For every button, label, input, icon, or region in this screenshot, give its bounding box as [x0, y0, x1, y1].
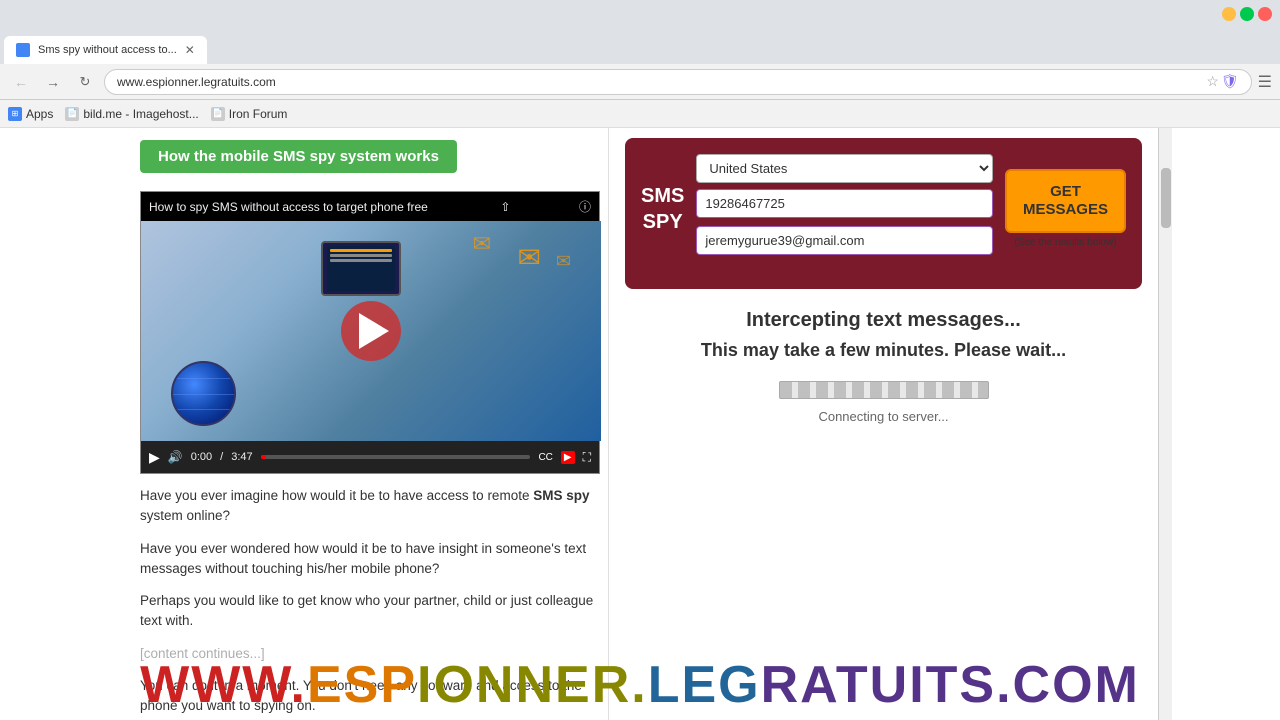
- menu-icon[interactable]: ☰: [1258, 72, 1272, 92]
- progress-fill: [261, 455, 266, 459]
- nav-bar: ← → ↻ www.espionner.legratuits.com ☆ 🛡 ☰: [0, 64, 1280, 100]
- tab-title: Sms spy without access to...: [38, 44, 177, 56]
- play-triangle-icon: [359, 313, 389, 349]
- close-button[interactable]: [1258, 7, 1272, 21]
- time-separator: /: [220, 451, 223, 463]
- country-select-wrapper: United States: [696, 154, 993, 183]
- fullscreen-button[interactable]: ⛶: [583, 450, 591, 465]
- cc-button[interactable]: CC: [538, 452, 552, 463]
- get-messages-button[interactable]: GET MESSAGES: [1005, 169, 1126, 233]
- bold-sms-spy: SMS spy: [533, 488, 589, 503]
- forward-button[interactable]: →: [40, 69, 66, 95]
- monitor-graphic: [321, 241, 401, 296]
- paragraph-5: You can do it in a moment. You don't nee…: [140, 676, 600, 717]
- bookmark-bild[interactable]: 📄 bild.me - Imagehost...: [65, 107, 198, 121]
- wait-text: This may take a few minutes. Please wait…: [645, 340, 1122, 361]
- url-text: www.espionner.legratuits.com: [117, 75, 1202, 89]
- get-btn-subtitle: (See the results below): [1014, 237, 1116, 248]
- video-player: How to spy SMS without access to target …: [140, 191, 600, 474]
- apps-grid-icon: ⊞: [8, 107, 22, 121]
- title-bar: [0, 0, 1280, 28]
- intercepting-text: Intercepting text messages...: [645, 309, 1122, 332]
- scrollbar-thumb[interactable]: [1161, 168, 1171, 228]
- get-btn-line2: MESSAGES: [1023, 201, 1108, 219]
- back-button[interactable]: ←: [8, 69, 34, 95]
- form-top: SMS SPY United States: [641, 154, 1126, 263]
- bookmark-apps[interactable]: ⊞ Apps: [8, 107, 53, 121]
- page-icon: 📄: [65, 107, 79, 121]
- bookmark-bild-label: bild.me - Imagehost...: [83, 107, 198, 121]
- reload-button[interactable]: ↻: [72, 69, 98, 95]
- video-duration: 3:47: [231, 451, 252, 463]
- tab-bar: Sms spy without access to... ✕: [0, 28, 1280, 64]
- window-controls[interactable]: [1222, 7, 1272, 21]
- video-controls: ▶ 🔊 0:00 / 3:47 CC ▶ ⛶: [141, 441, 599, 473]
- tab-favicon: [16, 43, 30, 57]
- youtube-logo[interactable]: ▶: [561, 451, 575, 464]
- sms-spy-label: SMS SPY: [641, 183, 684, 235]
- active-tab[interactable]: Sms spy without access to... ✕: [4, 36, 207, 64]
- article-text: Have you ever imagine how would it be to…: [140, 474, 600, 720]
- sms-spy-form: SMS SPY United States: [625, 138, 1142, 289]
- minimize-button[interactable]: [1222, 7, 1236, 21]
- bookmark-iron-forum-label: Iron Forum: [229, 107, 288, 121]
- form-fields: United States: [696, 154, 993, 263]
- page-icon-2: 📄: [211, 107, 225, 121]
- right-panel: SMS SPY United States: [608, 128, 1158, 720]
- video-header: How to spy SMS without access to target …: [141, 192, 599, 221]
- tab-close-icon[interactable]: ✕: [185, 43, 195, 57]
- globe-graphic: [171, 361, 251, 426]
- progress-bar-status: [779, 381, 989, 399]
- email-icon-deco2: ✉: [473, 231, 491, 257]
- info-icon[interactable]: ⓘ: [579, 198, 591, 215]
- scrollbar[interactable]: [1158, 128, 1172, 720]
- play-button[interactable]: [341, 301, 401, 361]
- paragraph-3: Perhaps you would like to get know who y…: [140, 591, 600, 632]
- phone-input[interactable]: [696, 189, 993, 218]
- paragraph-1: Have you ever imagine how would it be to…: [140, 486, 600, 527]
- maximize-button[interactable]: [1240, 7, 1254, 21]
- email-icon-deco3: ✉: [556, 251, 571, 272]
- bookmark-star-icon[interactable]: ☆: [1206, 73, 1219, 90]
- get-btn-line1: GET: [1023, 183, 1108, 201]
- address-bar[interactable]: www.espionner.legratuits.com ☆ 🛡: [104, 69, 1252, 95]
- connecting-text: Connecting to server...: [645, 409, 1122, 424]
- shield-icon: 🛡: [1221, 73, 1239, 90]
- volume-button[interactable]: 🔊: [168, 450, 183, 464]
- video-title-text: How to spy SMS without access to target …: [149, 200, 428, 214]
- paragraph-4: [content continues...]: [140, 644, 600, 664]
- video-title-button[interactable]: How the mobile SMS spy system works: [140, 140, 457, 173]
- email-icon-deco: ✉: [518, 241, 541, 274]
- video-time: 0:00: [191, 451, 212, 463]
- get-messages-section: GET MESSAGES (See the results below): [1005, 169, 1126, 248]
- video-thumbnail[interactable]: ✉ ✉ ✉: [141, 221, 601, 441]
- page-content: How the mobile SMS spy system works How …: [0, 128, 1280, 720]
- share-icon[interactable]: ⇧: [500, 200, 510, 214]
- play-pause-button[interactable]: ▶: [149, 449, 160, 466]
- paragraph-2: Have you ever wondered how would it be t…: [140, 539, 600, 580]
- bookmarks-bar: ⊞ Apps 📄 bild.me - Imagehost... 📄 Iron F…: [0, 100, 1280, 128]
- left-column: How the mobile SMS spy system works How …: [0, 128, 608, 720]
- progress-bar[interactable]: [261, 455, 531, 459]
- country-select[interactable]: United States: [696, 154, 993, 183]
- bookmark-apps-label: Apps: [26, 107, 53, 121]
- intercepting-section: Intercepting text messages... This may t…: [625, 289, 1142, 444]
- bookmark-iron-forum[interactable]: 📄 Iron Forum: [211, 107, 288, 121]
- email-input[interactable]: [696, 226, 993, 255]
